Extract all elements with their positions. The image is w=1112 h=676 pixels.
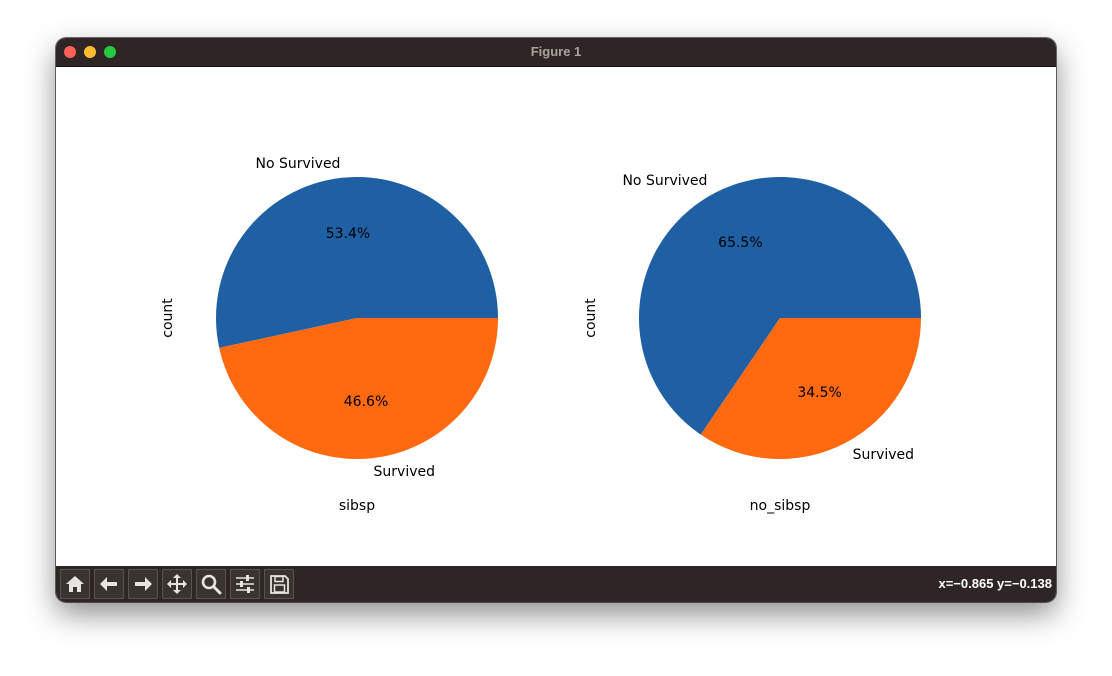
pan-button[interactable] [162,569,192,599]
floppy-disk-icon [270,575,289,594]
figure-canvas[interactable]: 53.4% No Survived 46.6% Survived count sibsp 6… [56,67,1056,566]
sliders-icon [236,575,254,593]
pie-charts: 53.4% No Survived 46.6% Survived count sibsp 6… [160,156,921,514]
percent-label: 53.4% [326,226,370,242]
forward-button[interactable] [128,569,158,599]
y-axis-label: count [583,298,599,338]
slice-label: Survived [853,447,914,463]
zoom-button[interactable] [196,569,226,599]
move-icon [167,574,187,594]
navigation-toolbar: x=−0.865 y=−0.138 [56,566,1056,602]
pie-slice-1-2 [219,318,498,459]
percent-label: 65.5% [718,235,762,251]
slice-label: Survived [374,464,435,480]
window-title: Figure 1 [530,44,582,59]
save-button[interactable] [264,569,294,599]
x-axis-label: sibsp [339,498,375,514]
title-bar: Figure 1 [56,38,1056,67]
figure-window: Figure 1 53.4% No Survived 46.6% Survived co… [56,38,1056,602]
cursor-coordinates: x=−0.865 y=−0.138 [938,576,1052,591]
magnifier-icon [201,574,222,595]
arrow-left-icon [100,577,117,591]
slice-label: No Survived [255,156,340,172]
home-icon [66,576,84,592]
percent-label: 34.5% [797,385,841,401]
y-axis-label: count [160,298,176,338]
percent-label: 46.6% [344,394,388,410]
x-axis-label: no_sibsp [750,498,811,514]
configure-subplots-button[interactable] [230,569,260,599]
home-button[interactable] [60,569,90,599]
arrow-right-icon [135,577,152,591]
slice-label: No Survived [622,173,707,189]
back-button[interactable] [94,569,124,599]
